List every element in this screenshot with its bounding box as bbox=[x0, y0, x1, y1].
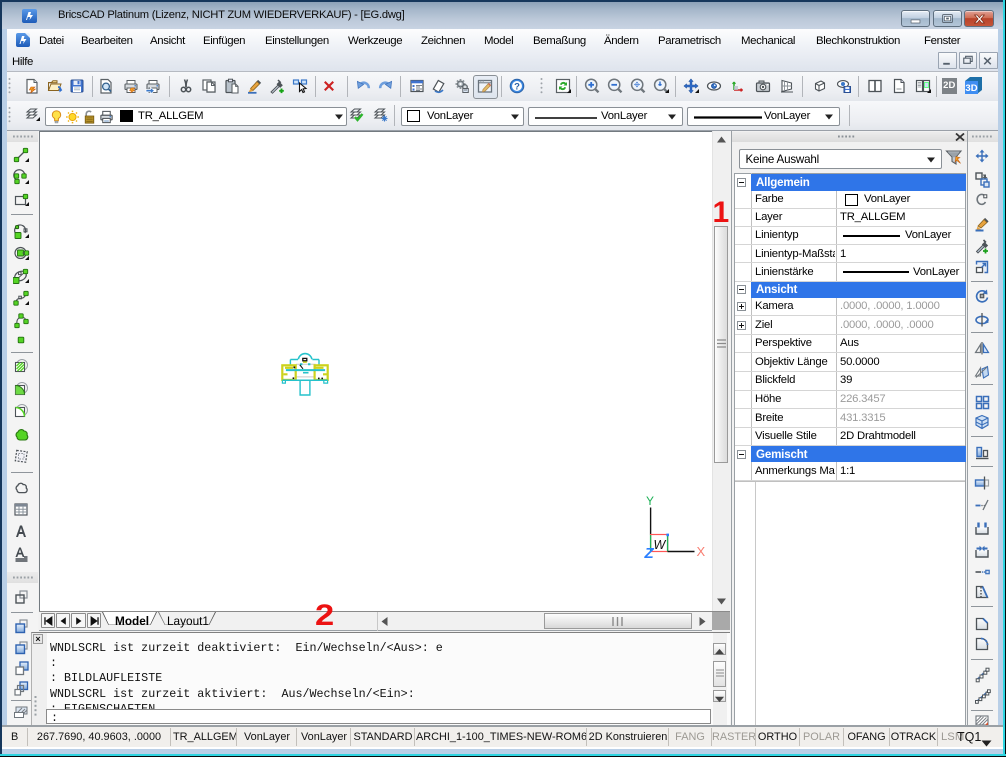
svg-text:3D: 3D bbox=[965, 83, 977, 94]
svg-text:W: W bbox=[654, 538, 667, 552]
svg-text:Z: Z bbox=[644, 545, 655, 562]
svg-text:?: ? bbox=[514, 81, 520, 92]
svg-text:X: X bbox=[697, 544, 706, 559]
svg-text:Y: Y bbox=[646, 494, 654, 508]
